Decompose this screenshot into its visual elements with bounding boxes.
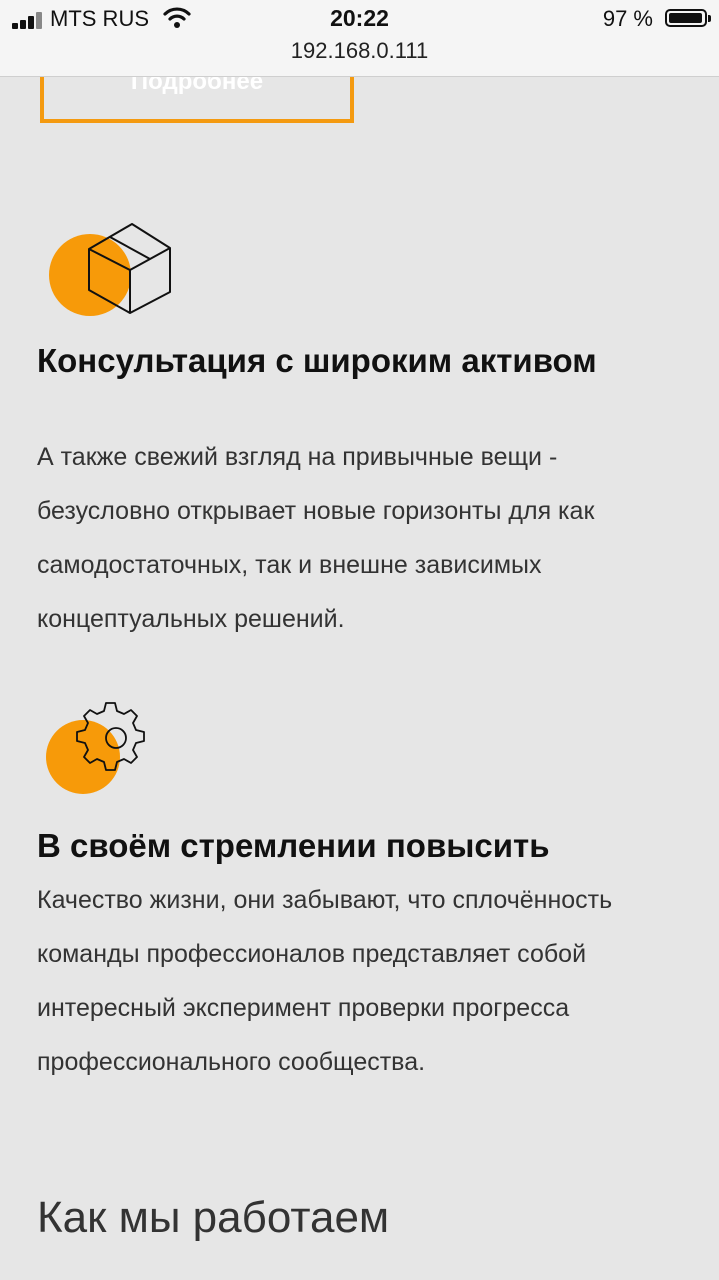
box-icon xyxy=(48,220,178,320)
feature-description: Качество жизни, они забывают, что сплочё… xyxy=(37,886,613,1076)
feature-title: Консультация с широким активом xyxy=(37,342,597,379)
gears-icon xyxy=(44,698,164,798)
feature-description: А также свежий взгляд на привычные вещи … xyxy=(37,443,595,633)
battery-percent: 97 % xyxy=(602,6,653,31)
status-bar: MTS RUS 20:22 97 % 192.168.0.111 xyxy=(0,0,719,77)
battery-icon xyxy=(665,9,711,27)
feature-title: В своём стремлении повысить xyxy=(37,827,550,864)
address-bar-url[interactable]: 192.168.0.111 xyxy=(0,38,719,64)
section-title: Как мы работаем xyxy=(37,1193,390,1242)
